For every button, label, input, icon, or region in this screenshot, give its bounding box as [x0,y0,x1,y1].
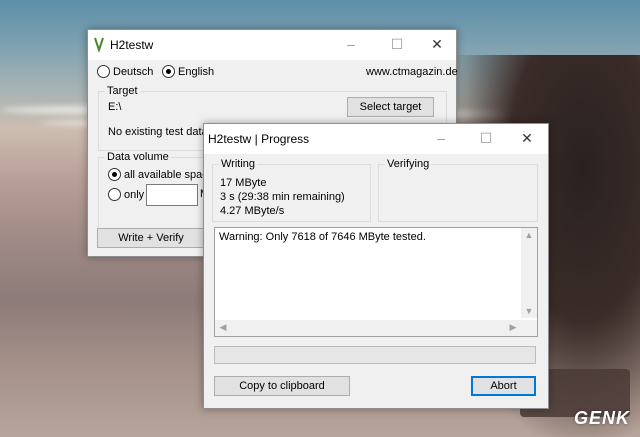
writing-group-label: Writing [219,158,258,170]
scroll-up-icon[interactable]: ▲ [521,230,537,240]
radio-circle[interactable] [162,65,175,78]
radio-english[interactable]: English [162,65,214,78]
minimize-icon[interactable]: – [430,128,452,148]
close-icon[interactable]: ✕ [516,128,538,148]
progress-bar [214,346,536,364]
scroll-right-icon[interactable]: ▶ [505,322,521,333]
written-amount: 17 MByte [220,177,267,189]
write-speed: 4.27 MByte/s [220,205,285,217]
radio-circle[interactable] [108,168,121,181]
select-target-button[interactable]: Select target [347,97,434,117]
progress-client-area: Writing 17 MByte 3 s (29:38 min remainin… [204,154,548,408]
target-path: E:\ [108,101,122,113]
scroll-left-icon[interactable]: ◀ [215,322,231,333]
scroll-corner [521,320,537,336]
target-group-label: Target [105,85,140,97]
copy-to-clipboard-button[interactable]: Copy to clipboard [214,376,350,396]
progress-title: H2testw | Progress [208,132,310,146]
abort-button[interactable]: Abort [471,376,536,396]
test-data-status: No existing test data. [108,126,211,138]
horizontal-scrollbar[interactable]: ◀ ▶ [215,320,521,336]
radio-deutsch[interactable]: Deutsch [97,65,153,78]
log-output[interactable]: Warning: Only 7618 of 7646 MByte tested.… [214,227,538,337]
write-verify-button[interactable]: Write + Verify [97,228,205,248]
scroll-down-icon[interactable]: ▼ [521,306,537,316]
app-icon [94,37,104,52]
verifying-group-label: Verifying [385,158,432,170]
close-icon[interactable]: ✕ [426,34,448,54]
main-title: H2testw [110,38,154,52]
data-volume-label: Data volume [105,151,171,163]
elapsed-time: 3 s (29:38 min remaining) [220,191,345,203]
warning-message: Warning: Only 7618 of 7646 MByte tested. [219,231,426,243]
main-titlebar[interactable]: H2testw – ☐ ✕ [88,30,456,60]
website-link[interactable]: www.ctmagazin.de [366,66,458,78]
vertical-scrollbar[interactable]: ▲ ▼ [521,228,537,318]
radio-english-label: English [178,65,215,78]
radio-deutsch-label: Deutsch [113,65,154,78]
radio-only[interactable]: only [108,188,144,201]
verifying-group: Verifying [378,158,538,222]
radio-circle[interactable] [108,188,121,201]
radio-only-label: only [124,188,145,201]
watermark-logo: GENK [573,408,630,428]
progress-titlebar[interactable]: H2testw | Progress – ☐ ✕ [204,124,548,154]
maximize-icon[interactable]: ☐ [475,128,497,148]
minimize-icon[interactable]: – [340,34,362,54]
radio-circle[interactable] [97,65,110,78]
only-size-input[interactable] [146,184,198,206]
progress-window: H2testw | Progress – ☐ ✕ Writing 17 MByt… [203,123,549,409]
maximize-icon[interactable]: ☐ [386,34,408,54]
